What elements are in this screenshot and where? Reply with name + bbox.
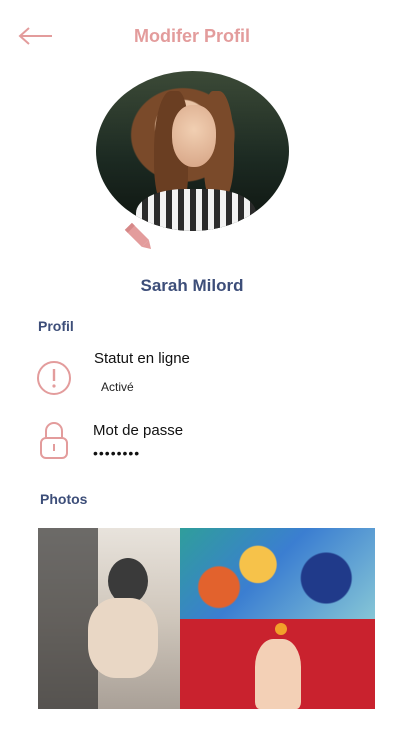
photo-thumbnail-2[interactable] xyxy=(180,528,375,619)
photo-thumbnail-1[interactable] xyxy=(38,528,180,709)
page-title: Modifer Profil xyxy=(134,26,250,46)
alert-circle-icon xyxy=(37,361,71,395)
pencil-icon[interactable] xyxy=(118,216,160,258)
photo-illustration xyxy=(88,598,158,678)
avatar[interactable] xyxy=(96,71,289,231)
photo-thumbnail-3[interactable] xyxy=(180,619,375,709)
photo-illustration xyxy=(255,639,301,709)
section-title-profil: Profil xyxy=(38,318,74,334)
lock-icon xyxy=(40,422,68,459)
status-value[interactable]: Activé xyxy=(101,380,134,394)
password-value[interactable]: •••••••• xyxy=(93,445,140,461)
status-label: Statut en ligne xyxy=(94,350,190,367)
password-label: Mot de passe xyxy=(93,422,184,439)
photo-illustration xyxy=(275,623,287,635)
avatar-face xyxy=(172,105,216,167)
section-title-photos: Photos xyxy=(40,491,88,507)
profile-name: Sarah Milord xyxy=(140,276,244,295)
